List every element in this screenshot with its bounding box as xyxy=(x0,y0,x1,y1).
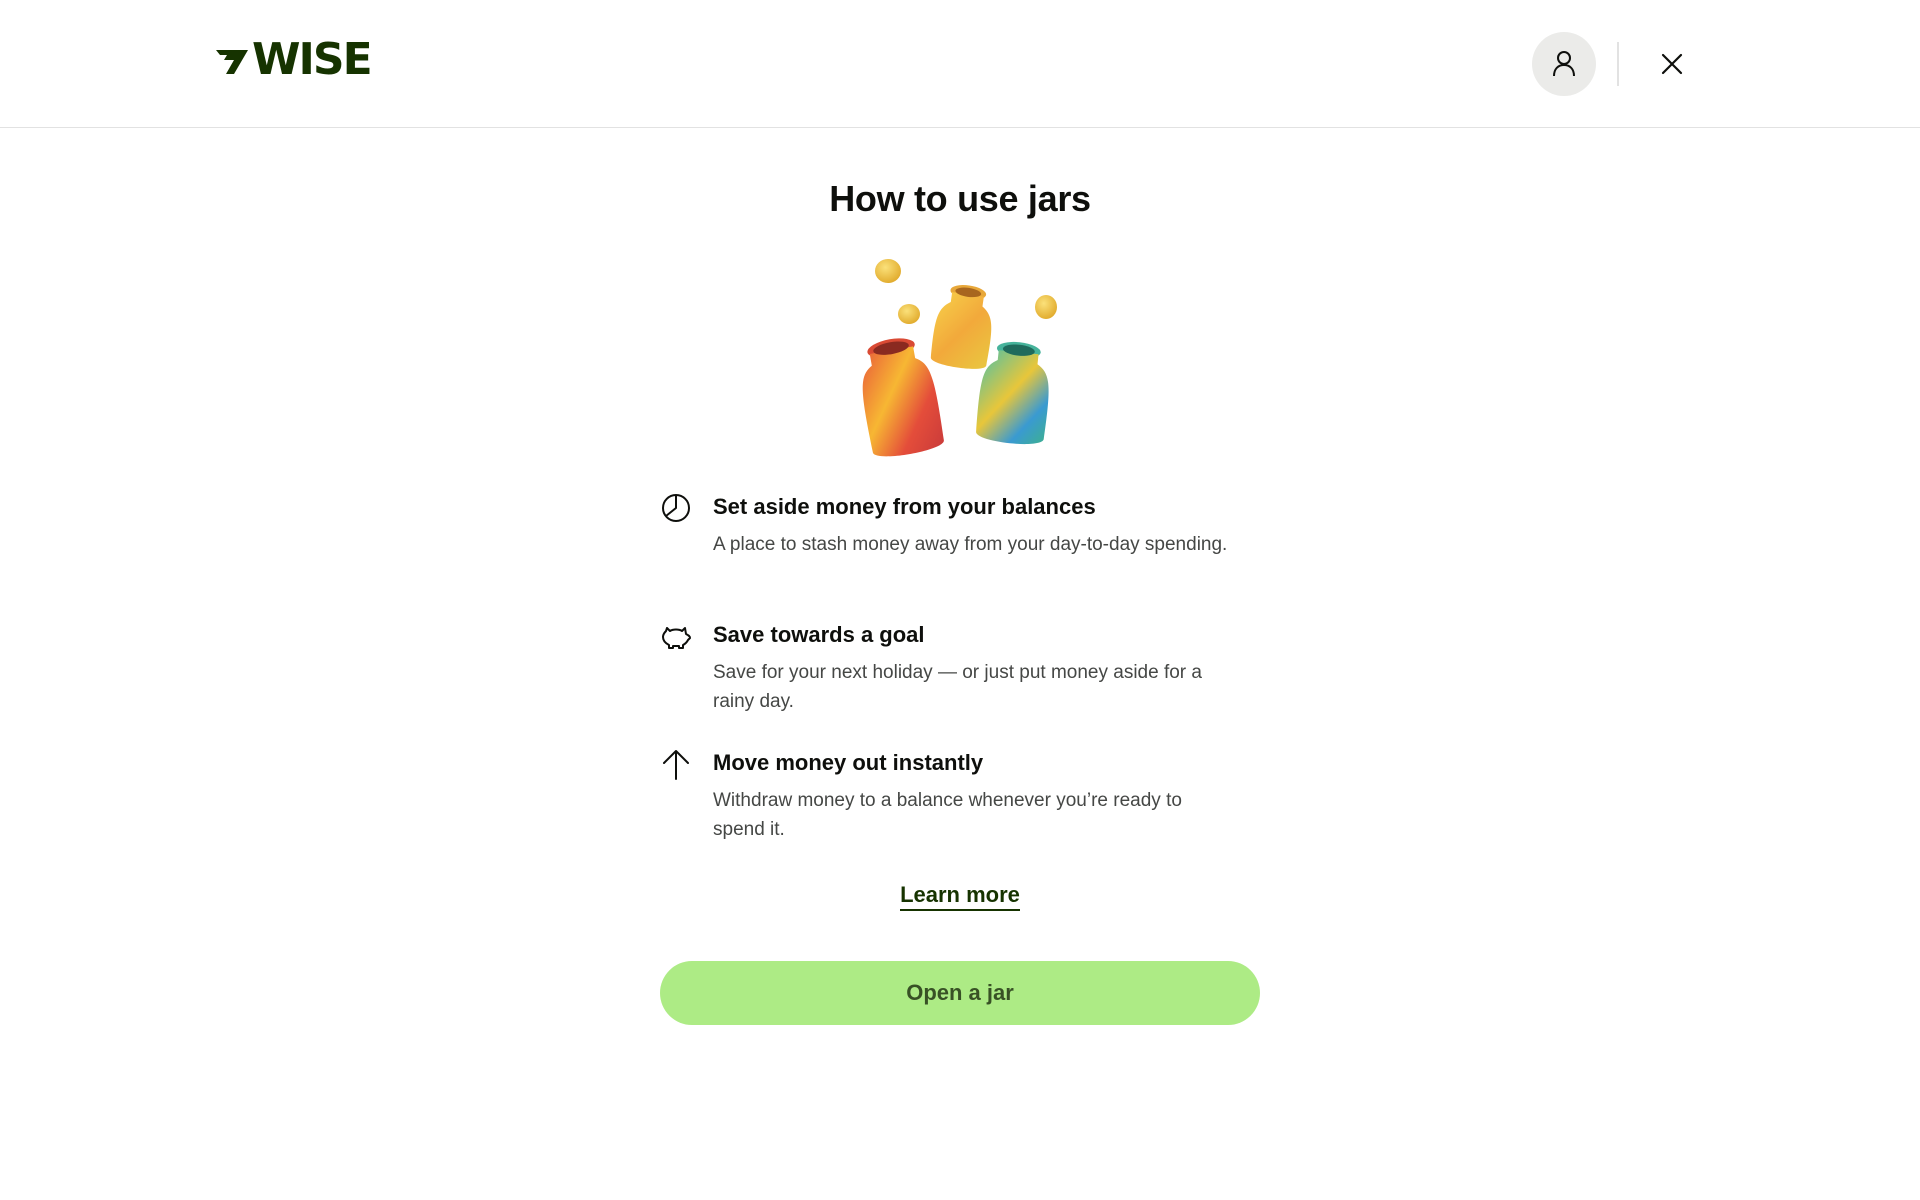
learn-more-container: Learn more xyxy=(0,882,1920,911)
learn-more-link[interactable]: Learn more xyxy=(900,882,1020,911)
logo-wordmark: WISE xyxy=(252,34,373,85)
close-button[interactable] xyxy=(1650,40,1694,88)
piggy-bank-icon xyxy=(660,620,692,652)
yellow-jar xyxy=(930,284,992,369)
close-icon xyxy=(1661,53,1683,75)
header-divider xyxy=(1617,42,1619,86)
feature-description: Save for your next holiday — or just put… xyxy=(713,662,1202,712)
arrow-up-icon xyxy=(660,748,692,780)
coin xyxy=(1035,295,1057,319)
jars-illustration xyxy=(862,259,1057,457)
feature-list: Set aside money from your balances A pla… xyxy=(660,492,1260,876)
feature-item: Set aside money from your balances A pla… xyxy=(660,492,1260,620)
feature-item: Save towards a goal Save for your next h… xyxy=(660,620,1260,748)
wise-flag-icon xyxy=(216,50,248,74)
feature-title: Move money out instantly xyxy=(713,750,984,775)
feature-title: Save towards a goal xyxy=(713,622,925,647)
wise-logo[interactable]: WISE xyxy=(214,34,373,85)
account-button[interactable] xyxy=(1532,32,1596,96)
feature-description: A place to stash money away from your da… xyxy=(713,534,1228,555)
feature-description: Withdraw money to a balance whenever you… xyxy=(713,790,1182,840)
feature-title: Set aside money from your balances xyxy=(713,494,1096,519)
coin xyxy=(898,304,920,324)
coin xyxy=(875,259,901,283)
open-jar-button[interactable]: Open a jar xyxy=(660,961,1260,1025)
person-icon xyxy=(1553,51,1575,77)
pie-chart-icon xyxy=(660,492,692,524)
feature-item: Move money out instantly Withdraw money … xyxy=(660,748,1260,876)
page-title: How to use jars xyxy=(829,178,1091,219)
top-bar: WISE xyxy=(0,0,1920,128)
